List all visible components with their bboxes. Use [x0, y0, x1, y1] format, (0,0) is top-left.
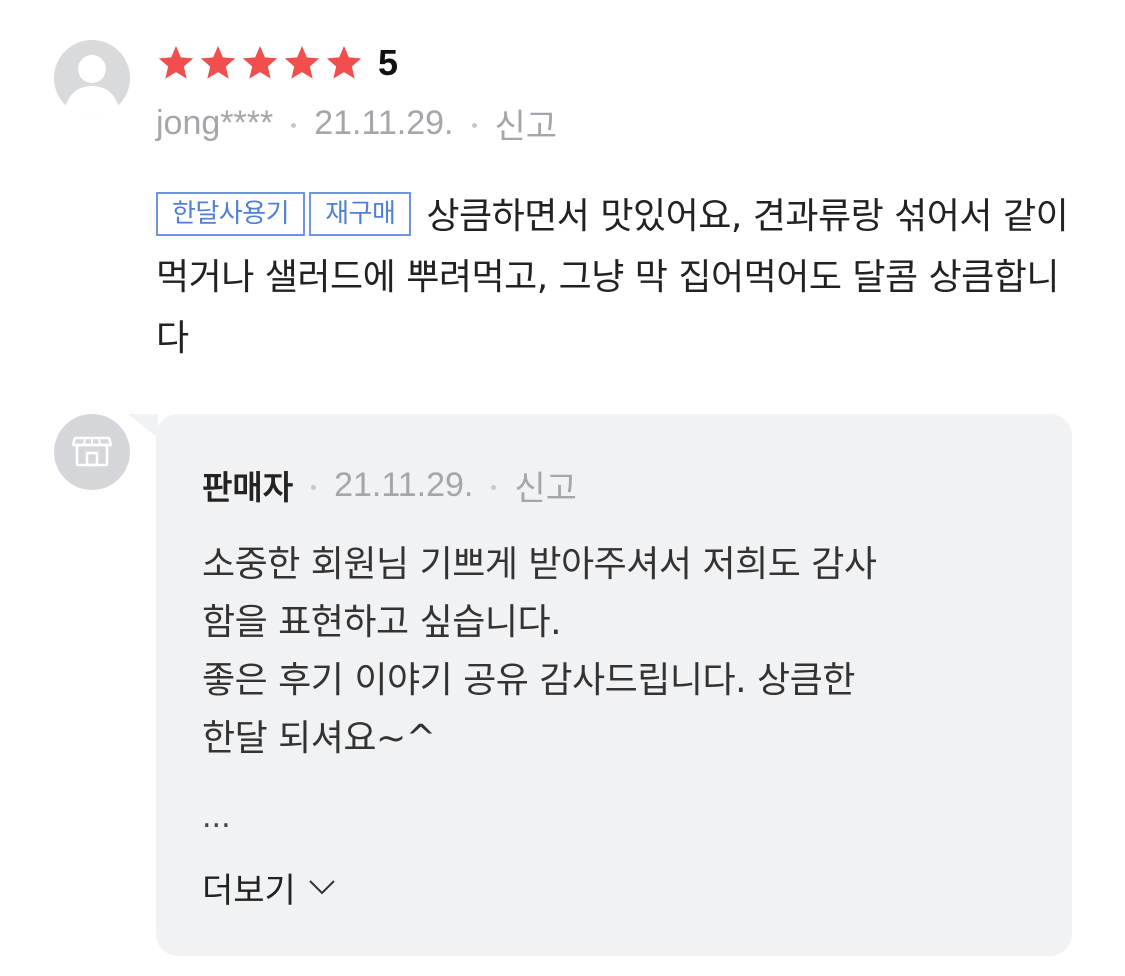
rating-row: 5	[156, 40, 398, 86]
reply-meta: 판매자 21.11.29. 신고	[202, 462, 577, 508]
rating-score: 5	[378, 42, 399, 83]
reply-report-button[interactable]: 신고	[514, 461, 577, 510]
star-icon	[284, 46, 320, 79]
star-icon	[242, 46, 278, 79]
reviewer-avatar	[54, 40, 130, 116]
more-button[interactable]: 더보기	[202, 862, 336, 912]
store-icon	[71, 436, 113, 467]
reply-ellipsis: ...	[202, 800, 231, 835]
rating-stars	[156, 43, 366, 83]
separator-dot	[291, 122, 297, 128]
reply-date: 21.11.29.	[334, 465, 474, 504]
more-label: 더보기	[202, 870, 296, 911]
star-icon	[200, 46, 236, 79]
star-icon	[158, 46, 194, 79]
reply-text: 소중한 회원님 기쁘게 받아주셔서 저희도 감사 함을 표현하고 싶습니다. 좋…	[202, 544, 877, 759]
star-icon	[326, 46, 362, 79]
separator-dot	[491, 484, 497, 490]
review-date: 21.11.29.	[314, 103, 454, 142]
seller-avatar	[54, 414, 130, 490]
review-author: jong****	[156, 103, 274, 142]
separator-dot	[471, 122, 477, 128]
review-content: 한달사용기 재구매 상큼하면서 맛있어요, 견과류랑 섞어서 같이 먹거나 샐러드…	[156, 186, 1076, 369]
person-icon	[64, 55, 120, 116]
tag-repurchase: 재구매	[309, 192, 412, 236]
tag-monthly-use: 한달사용기	[156, 192, 306, 236]
report-button[interactable]: 신고	[495, 99, 558, 148]
reply-bubble-tail	[128, 414, 158, 438]
separator-dot	[311, 484, 317, 490]
review-meta: jong**** 21.11.29. 신고	[156, 100, 557, 146]
review-item: 5 jong**** 21.11.29. 신고 한달사용기 재구매 상큼하면서 맛…	[0, 0, 1125, 976]
chevron-down-icon	[309, 880, 335, 895]
seller-label: 판매자	[202, 468, 294, 507]
